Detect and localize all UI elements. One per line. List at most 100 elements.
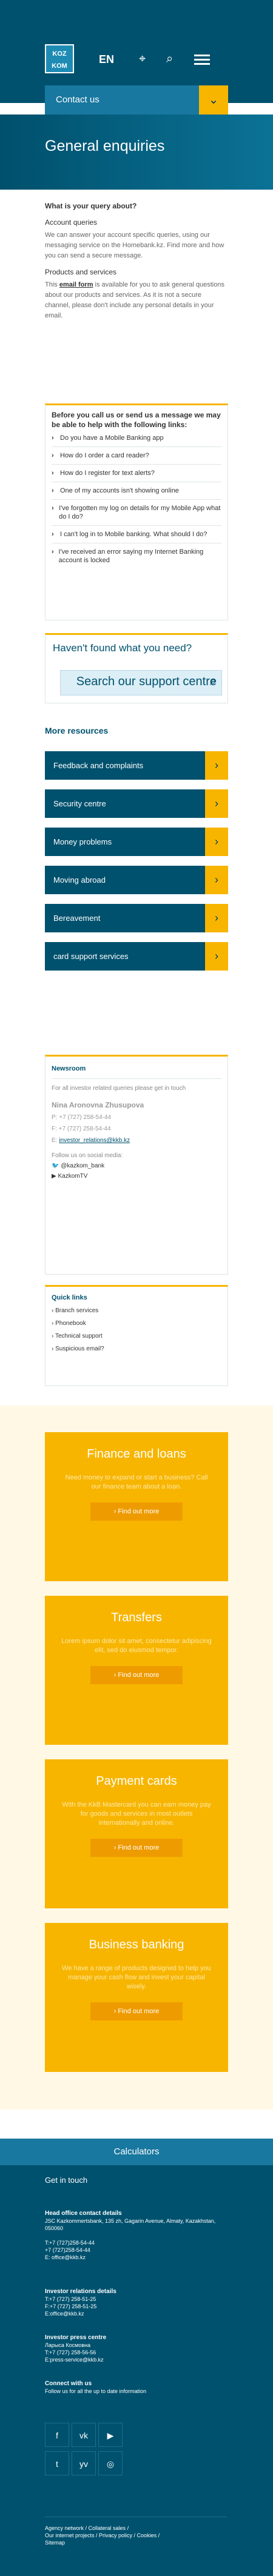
- site-header: KOZ KOM EN ⌖ ⌕ Contact us ⌄: [0, 0, 273, 115]
- chevron-right-icon: ›: [52, 531, 54, 538]
- investor-relations-block: Investor relations details T:+7 (727) 258…: [45, 2288, 116, 2317]
- resource-link[interactable]: Money problems ›: [45, 828, 228, 856]
- find-out-more-button[interactable]: › Find out more: [90, 1502, 183, 1521]
- chevron-right-icon: ›: [205, 828, 228, 856]
- vk-icon[interactable]: vk: [72, 2423, 96, 2447]
- promo-card: Payment cards With the KkB Mastercard you…: [45, 1759, 228, 1908]
- help-link[interactable]: › How do I register for text alerts?: [52, 464, 221, 482]
- head-office-block: Head office contact details JSC Kazkommer…: [45, 2210, 216, 2260]
- location-pin-icon[interactable]: ⌖: [139, 52, 146, 66]
- get-in-touch-heading: Get in touch: [45, 2176, 88, 2185]
- query-content: What is your query about? Account querie…: [45, 193, 228, 321]
- help-link[interactable]: › Do you have a Mobile Banking app: [52, 430, 221, 446]
- email-form-link[interactable]: email form: [59, 281, 93, 288]
- chevron-right-icon: ›: [113, 1671, 116, 1679]
- twitter-link[interactable]: 🐦 @kazkom_bank: [52, 1163, 221, 1169]
- chevron-right-icon: ›: [52, 487, 54, 494]
- yandex-icon[interactable]: yv: [72, 2451, 96, 2475]
- newsroom-note: For all investor related queries please …: [52, 1078, 221, 1093]
- chevron-right-icon: ›: [113, 1844, 116, 1851]
- support-search-button[interactable]: Search our support centre ⌕: [60, 670, 222, 695]
- help-link[interactable]: › I can't log in to Mobile banking. What …: [52, 525, 221, 543]
- quick-links-panel: Quick links › Branch services › Phoneboo…: [45, 1285, 228, 1386]
- language-switcher[interactable]: EN: [99, 53, 114, 66]
- press-centre-block: Investor press centre Ларыса Космовна T:+7…: [45, 2334, 107, 2363]
- products-services-heading: Products and services: [45, 268, 117, 276]
- help-links-panel: Before you call us or send us a message …: [45, 403, 228, 620]
- resource-link[interactable]: card support services ›: [45, 942, 228, 971]
- chevron-right-icon: ›: [113, 1508, 116, 1515]
- help-link[interactable]: › One of my accounts isn't showing online: [52, 482, 221, 499]
- more-resources-heading: More resources: [45, 726, 109, 735]
- find-out-more-button[interactable]: › Find out more: [90, 1666, 183, 1684]
- search-icon: ⌕: [209, 675, 217, 688]
- contact-name: Nina Aronovna Zhusupova: [52, 1101, 144, 1109]
- fax-number: F: +7 (727) 258-54-44: [52, 1126, 111, 1132]
- page-title: General enquiries: [45, 138, 165, 154]
- resource-link[interactable]: Moving abroad ›: [45, 866, 228, 894]
- quick-links-heading: Quick links: [52, 1294, 87, 1301]
- chevron-right-icon: ›: [52, 452, 54, 459]
- account-queries-heading: Account queries: [45, 218, 98, 227]
- promo-card: Finance and loans Need money to expand or…: [45, 1432, 228, 1581]
- find-out-more-button[interactable]: › Find out more: [90, 2002, 183, 2020]
- help-link[interactable]: › How do I order a card reader?: [52, 446, 221, 464]
- logo[interactable]: KOZ KOM: [45, 44, 74, 73]
- resource-link[interactable]: Feedback and complaints ›: [45, 751, 228, 780]
- calculators-bar[interactable]: Calculators: [0, 2139, 273, 2165]
- page-hero: General enquiries: [0, 115, 273, 190]
- support-heading: Haven't found what you need?: [53, 642, 192, 654]
- quick-link[interactable]: › Phonebook: [52, 1320, 221, 1327]
- account-queries-text: We can answer your account specific quer…: [45, 231, 224, 259]
- products-services-text: This email form is available for you to …: [45, 281, 224, 319]
- email-line: E: investor_relations@kkb.kz: [52, 1137, 130, 1144]
- chevron-right-icon: ›: [52, 434, 54, 442]
- chevron-right-icon: ›: [205, 789, 228, 818]
- footer-links[interactable]: Agency network / Collateral sales / Our i…: [45, 2517, 227, 2546]
- youtube-icon[interactable]: ▶: [98, 2423, 123, 2447]
- chevron-right-icon: ›: [205, 942, 228, 971]
- site-footer: Get in touch Head office contact details…: [0, 2165, 273, 2576]
- chevron-right-icon: ›: [52, 548, 54, 556]
- connect-block: Connect with us Follow us for all the up …: [45, 2380, 147, 2394]
- find-out-more-button[interactable]: › Find out more: [90, 1839, 183, 1857]
- youtube-link[interactable]: ▶ KazkomTV: [52, 1173, 221, 1180]
- search-icon[interactable]: ⌕: [166, 52, 173, 66]
- quick-link[interactable]: › Technical support: [52, 1333, 221, 1339]
- help-links-heading: Before you call us or send us a message …: [52, 411, 221, 429]
- resource-link[interactable]: Security centre ›: [45, 789, 228, 818]
- investor-email-link[interactable]: investor_relations@kkb.kz: [59, 1137, 130, 1144]
- quick-link[interactable]: › Suspicious email?: [52, 1346, 221, 1352]
- chevron-right-icon: ›: [52, 1320, 54, 1327]
- social-heading: Follow us on social media:: [52, 1152, 123, 1159]
- quick-link[interactable]: › Branch services: [52, 1307, 221, 1314]
- promo-card: Business banking We have a range of produ…: [45, 1923, 228, 2072]
- newsroom-heading: Newsroom: [52, 1065, 86, 1072]
- chevron-right-icon: ›: [205, 904, 228, 932]
- twitter-icon[interactable]: t: [45, 2451, 69, 2475]
- support-search-panel: Haven't found what you need? Search our …: [45, 633, 228, 703]
- chevron-right-icon: ›: [52, 470, 54, 477]
- chevron-right-icon: ›: [113, 2008, 116, 2015]
- promo-card: Transfers Lorem ipsum dolor sit amet, con…: [45, 1596, 228, 1745]
- youtube-icon: ▶: [52, 1173, 56, 1180]
- chevron-right-icon: ›: [52, 505, 54, 512]
- chevron-right-icon: ›: [205, 751, 228, 780]
- chevron-down-icon: ⌄: [199, 85, 228, 115]
- chevron-right-icon: ›: [52, 1333, 54, 1339]
- newsroom-panel: Newsroom For all investor related querie…: [45, 1055, 228, 1275]
- instagram-icon[interactable]: ◎: [98, 2451, 123, 2475]
- help-link[interactable]: › I've received an error saying my Intern…: [52, 543, 221, 569]
- chevron-right-icon: ›: [205, 866, 228, 894]
- facebook-icon[interactable]: f: [45, 2423, 69, 2447]
- phone-number: P: +7 (727) 258-54-44: [52, 1114, 112, 1121]
- twitter-icon: 🐦: [52, 1163, 59, 1169]
- social-icons: f vk ▶ t yv ◎: [45, 2423, 130, 2480]
- chevron-right-icon: ›: [52, 1346, 54, 1352]
- menu-icon[interactable]: [194, 52, 210, 67]
- query-heading: What is your query about?: [45, 202, 137, 210]
- resource-link[interactable]: Bereavement ›: [45, 904, 228, 932]
- help-link[interactable]: › I've forgotten my log on details for my…: [52, 499, 221, 525]
- chevron-right-icon: ›: [52, 1307, 54, 1314]
- contact-dropdown[interactable]: Contact us ⌄: [45, 85, 228, 115]
